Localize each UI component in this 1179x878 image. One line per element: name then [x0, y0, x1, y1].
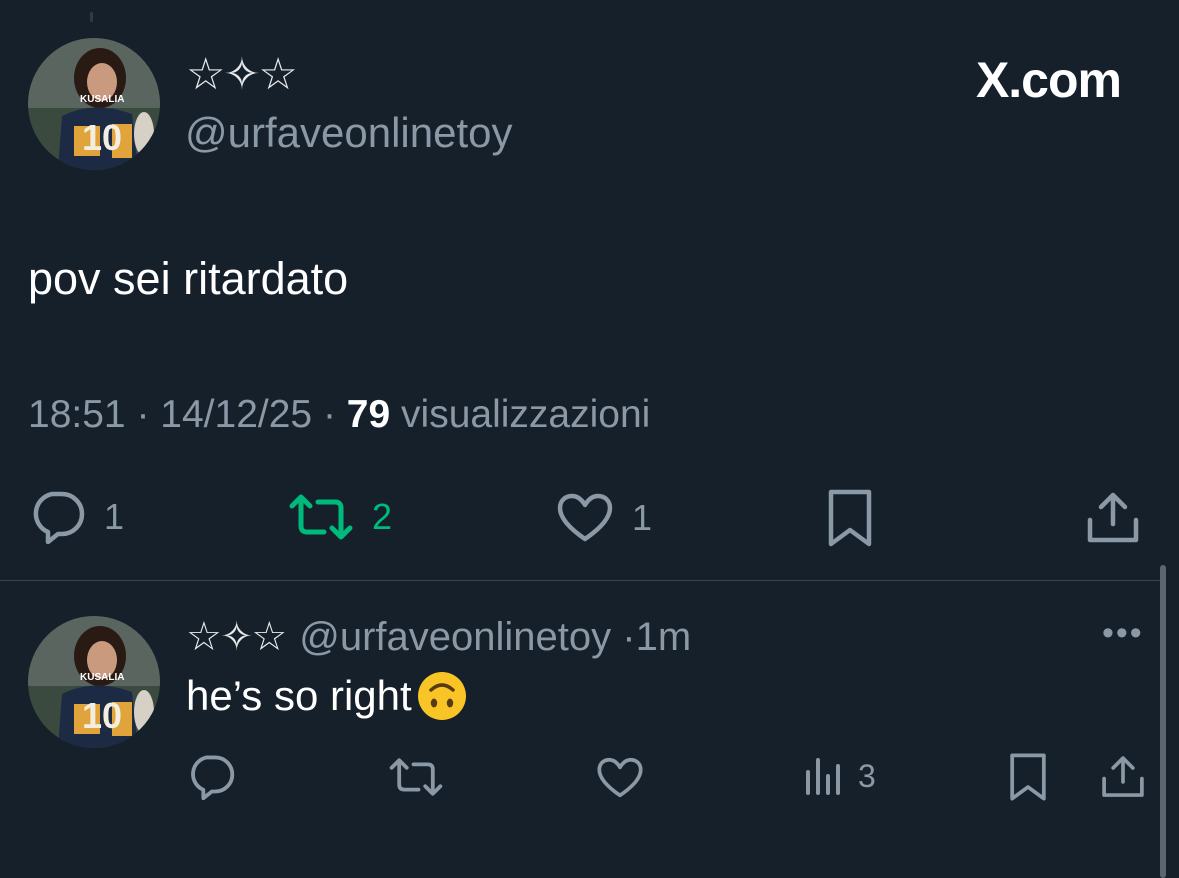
post-text: pov sei ritardato	[28, 253, 349, 304]
share-icon	[1087, 492, 1139, 543]
reply-age[interactable]: 1m	[636, 615, 692, 659]
repost-icon	[289, 494, 353, 540]
bookmark-button[interactable]	[826, 488, 874, 553]
like-count: 1	[632, 497, 653, 538]
repost-count: 2	[372, 496, 393, 537]
analytics-icon	[806, 758, 840, 795]
author-handle[interactable]: @urfaveonlinetoy	[185, 108, 513, 158]
like-button[interactable]: 1	[556, 492, 652, 544]
avatar[interactable]: KUSALIA 10	[28, 38, 160, 170]
repost-button[interactable]: 2	[288, 492, 392, 542]
reply-text-line: he’s so right	[186, 670, 468, 722]
repost-icon	[389, 758, 443, 796]
avatar-jersey-text: KUSALIA	[80, 94, 124, 105]
avatar-jersey-number: 10	[82, 117, 122, 158]
reply-like-button[interactable]	[596, 756, 644, 800]
reply-icon	[191, 755, 235, 800]
reply-count: 1	[104, 496, 125, 537]
views-count[interactable]: 79	[347, 393, 390, 436]
bookmark-icon	[828, 489, 872, 547]
avatar-image: KUSALIA 10	[28, 38, 160, 170]
avatar-jersey-text: KUSALIA	[80, 672, 124, 683]
views-label[interactable]: visualizzazioni	[401, 393, 650, 436]
scrollbar[interactable]	[1160, 565, 1166, 878]
reply-reply-button[interactable]	[186, 754, 236, 800]
reply-button[interactable]: 1	[28, 490, 124, 544]
avatar-jersey-number: 10	[82, 695, 122, 736]
share-button[interactable]	[1086, 490, 1140, 551]
reply-share-button[interactable]	[1100, 754, 1146, 805]
reply-icon	[33, 491, 85, 544]
reply-avatar[interactable]: KUSALIA 10	[28, 616, 160, 748]
heart-icon	[557, 493, 613, 542]
brand-watermark: X.com	[975, 52, 1122, 108]
post-meta: 18:51 · 14/12/25 · 79 visualizzazioni	[28, 392, 650, 438]
more-options-button[interactable]: •••	[1102, 614, 1144, 653]
reply-repost-button[interactable]	[388, 756, 444, 798]
reply-views-button[interactable]: 3	[804, 756, 876, 796]
heart-icon	[597, 757, 643, 798]
bookmark-icon	[1010, 753, 1046, 801]
upside-down-face-emoji	[417, 672, 466, 720]
reply-text: he’s so right	[186, 672, 412, 719]
reply-views-count: 3	[858, 757, 876, 794]
reply-bookmark-button[interactable]	[1008, 752, 1048, 807]
divider	[0, 580, 1160, 581]
reply-author-name[interactable]: ☆✧☆	[186, 614, 287, 660]
share-icon	[1102, 756, 1144, 797]
post-time[interactable]: 18:51	[28, 393, 126, 436]
reply-separator: ·	[622, 615, 636, 659]
reply-header: ☆✧☆ @urfaveonlinetoy ·1m	[186, 612, 691, 662]
reply-author-handle[interactable]: @urfaveonlinetoy	[299, 615, 611, 659]
post-date[interactable]: 14/12/25	[160, 393, 312, 436]
meta-separator: ·	[136, 393, 150, 436]
author-name[interactable]: ☆✧☆	[186, 50, 298, 100]
avatar-image: KUSALIA 10	[28, 616, 160, 748]
meta-separator: ·	[322, 393, 336, 436]
thread-connector	[90, 12, 93, 22]
